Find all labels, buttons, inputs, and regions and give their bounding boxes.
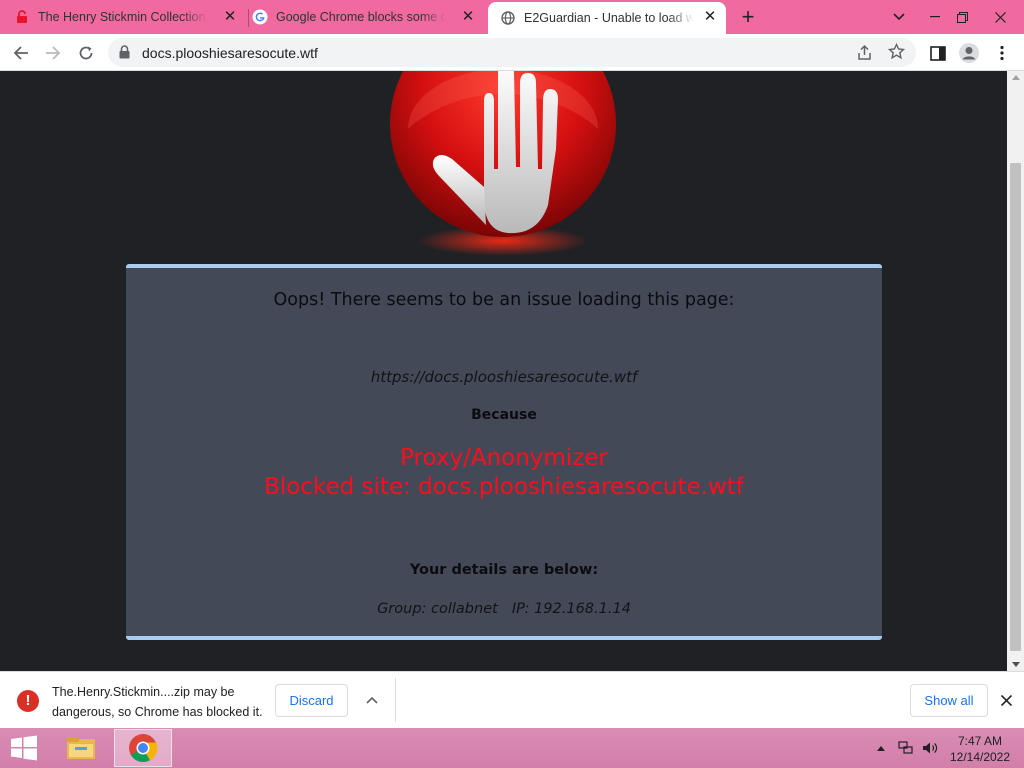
- block-heading: Oops! There seems to be an issue loading…: [273, 290, 735, 310]
- scroll-down-arrow-icon[interactable]: [1012, 662, 1020, 667]
- back-arrow-icon[interactable]: [8, 40, 34, 66]
- user-details: Group: collabnet IP: 192.168.1.14: [126, 601, 882, 617]
- blocked-url: https://docs.plooshiesaresocute.wtf: [370, 368, 638, 386]
- file-explorer-icon[interactable]: [56, 730, 106, 766]
- network-icon[interactable]: [896, 738, 916, 758]
- tab-title: Google Chrome blocks some dow: [276, 10, 446, 24]
- tab-title: The Henry Stickmin Collection Fr: [38, 10, 208, 24]
- tab-close-icon[interactable]: ✕: [222, 9, 238, 25]
- tab-henry-stickmin[interactable]: The Henry Stickmin Collection Fr ✕: [14, 0, 246, 34]
- stop-hand-icon: [390, 71, 616, 256]
- tab-search-chevron-icon[interactable]: [882, 0, 916, 34]
- windows-start-icon[interactable]: [8, 734, 40, 762]
- tab-close-icon[interactable]: ✕: [702, 9, 718, 25]
- download-bar: ! The.Henry.Stickmin....zip may be dange…: [0, 671, 1024, 728]
- clock-date: 12/14/2022: [949, 750, 1011, 764]
- windows-taskbar: 7:47 AM 12/14/2022: [0, 728, 1024, 768]
- clock-time: 7:47 AM: [957, 734, 1003, 748]
- bookmark-star-icon[interactable]: [887, 42, 906, 65]
- vertical-scrollbar[interactable]: [1007, 71, 1024, 671]
- chrome-taskbar-icon[interactable]: [114, 729, 172, 767]
- menu-kebab-icon[interactable]: [989, 40, 1015, 66]
- close-window-icon[interactable]: [983, 0, 1017, 34]
- browser-toolbar: docs.plooshiesaresocute.wtf: [0, 34, 1024, 71]
- side-panel-icon[interactable]: [925, 40, 951, 66]
- profile-avatar-icon[interactable]: [956, 40, 982, 66]
- chevron-up-icon[interactable]: [362, 690, 382, 710]
- tab-divider: [248, 9, 249, 27]
- warning-icon: !: [17, 690, 39, 712]
- download-bar-divider: [395, 678, 396, 722]
- ip-value: IP: 192.168.1.14: [511, 601, 631, 617]
- details-heading: Your details are below:: [409, 562, 599, 578]
- block-message-panel: Oops! There seems to be an issue loading…: [126, 264, 882, 640]
- tab-e2guardian[interactable]: E2Guardian - Unable to load web ✕: [488, 2, 726, 34]
- forward-arrow-icon[interactable]: [40, 40, 66, 66]
- taskbar-clock[interactable]: 7:47 AM 12/14/2022: [940, 733, 1020, 765]
- new-tab-plus-icon[interactable]: +: [737, 6, 759, 28]
- reload-icon[interactable]: [73, 40, 99, 66]
- block-reason: Proxy/Anonymizer Blocked site: docs.ploo…: [126, 444, 882, 502]
- download-warning-text: The.Henry.Stickmin....zip may be dangero…: [52, 682, 263, 722]
- tab-strip: The Henry Stickmin Collection Fr ✕ Googl…: [0, 0, 1024, 34]
- reason-category: Proxy/Anonymizer: [400, 445, 608, 471]
- restore-icon[interactable]: [945, 0, 979, 34]
- lock-icon[interactable]: [119, 45, 130, 64]
- group-value: Group: collabnet: [377, 601, 498, 617]
- page-content: Oops! There seems to be an issue loading…: [0, 71, 1007, 671]
- share-icon[interactable]: [856, 44, 873, 66]
- reason-detail: Blocked site: docs.plooshiesaresocute.wt…: [264, 474, 744, 500]
- tab-title: E2Guardian - Unable to load web: [524, 11, 694, 25]
- tab-chrome-blocks[interactable]: Google Chrome blocks some dow ✕: [252, 0, 484, 34]
- because-label: Because: [471, 407, 537, 423]
- download-message-line1: The.Henry.Stickmin....zip may be: [52, 685, 235, 699]
- tray-chevron-up-icon[interactable]: [874, 738, 888, 758]
- show-all-button[interactable]: Show all: [910, 684, 988, 717]
- scroll-up-arrow-icon[interactable]: [1012, 75, 1020, 80]
- tab-close-icon[interactable]: ✕: [460, 9, 476, 25]
- address-bar[interactable]: docs.plooshiesaresocute.wtf: [108, 38, 916, 67]
- google-icon: [252, 9, 268, 25]
- close-download-bar-icon[interactable]: [996, 690, 1016, 710]
- scrollbar-thumb[interactable]: [1010, 163, 1021, 651]
- url-text: docs.plooshiesaresocute.wtf: [142, 45, 318, 61]
- red-lock-icon: [14, 9, 30, 25]
- globe-icon: [500, 10, 516, 26]
- download-message-line2: dangerous, so Chrome has blocked it.: [52, 705, 263, 719]
- discard-button[interactable]: Discard: [275, 684, 348, 717]
- volume-icon[interactable]: [920, 738, 940, 758]
